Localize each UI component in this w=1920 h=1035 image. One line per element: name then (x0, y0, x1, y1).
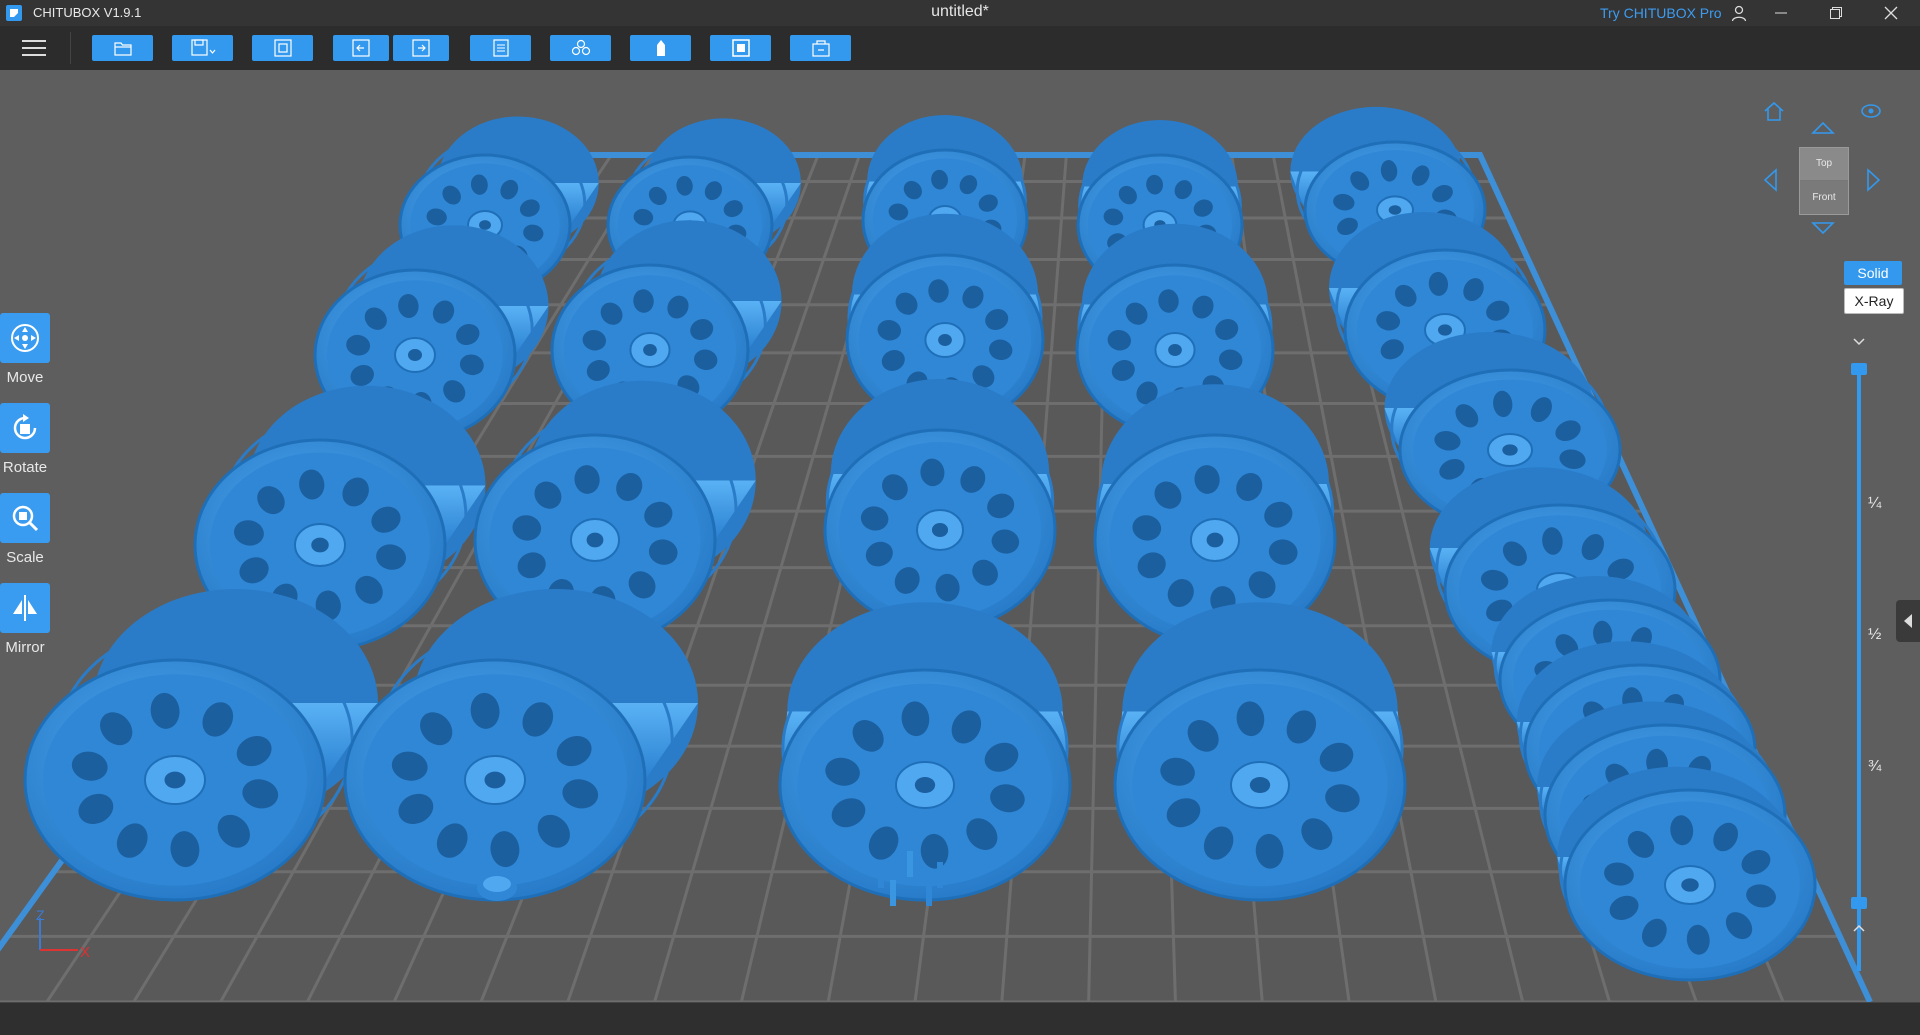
side-panel-toggle[interactable] (1896, 600, 1920, 642)
screenshot-button[interactable] (252, 35, 313, 61)
view-up-arrow-icon[interactable] (1811, 120, 1835, 136)
move-icon (11, 324, 39, 352)
scale-tool[interactable]: Scale (0, 493, 50, 566)
undo-icon (352, 39, 370, 57)
slice-button[interactable] (790, 35, 851, 61)
save-icon (190, 39, 215, 56)
redo-icon (412, 39, 430, 57)
view-cube-front[interactable]: Front (1800, 181, 1848, 214)
hollow-icon (731, 39, 750, 57)
axis-z-label: Z (36, 907, 45, 923)
list-icon (492, 39, 509, 57)
mirror-icon (13, 595, 37, 621)
view-cube-top[interactable]: Top (1800, 148, 1848, 181)
undo-button[interactable] (333, 35, 389, 61)
rotate-tool-label: Rotate (2, 459, 48, 476)
auto-layout-icon (571, 39, 590, 56)
wheel-model[interactable] (1113, 602, 1407, 902)
hollow-button[interactable] (710, 35, 771, 61)
user-account-icon[interactable] (1730, 4, 1748, 22)
slice-icon (811, 40, 830, 57)
menu-icon[interactable] (22, 38, 46, 58)
support-button[interactable] (630, 35, 691, 61)
restore-button[interactable] (1813, 0, 1859, 26)
home-view-icon[interactable] (1763, 100, 1785, 122)
view-cube[interactable]: Top Front (1799, 147, 1849, 215)
view-right-arrow-icon[interactable] (1866, 168, 1882, 192)
wheel-model[interactable] (1093, 384, 1337, 647)
rotate-icon (13, 414, 37, 440)
layer-slider-top-handle[interactable] (1851, 363, 1867, 375)
auto-layout-button[interactable] (550, 35, 611, 61)
rotate-tool[interactable]: Rotate (0, 403, 50, 476)
solid-mode-button[interactable]: Solid (1844, 261, 1902, 285)
slider-fraction-half: ½ (1868, 626, 1882, 643)
support-icon (656, 40, 665, 56)
status-bar (0, 1002, 1920, 1035)
open-file-button[interactable] (92, 35, 153, 61)
view-down-arrow-icon[interactable] (1811, 220, 1835, 236)
wheel-model[interactable] (778, 602, 1072, 902)
minimize-icon (1775, 12, 1787, 14)
main-toolbar (0, 26, 1920, 71)
folder-open-icon (113, 42, 132, 56)
mirror-tool-label: Mirror (5, 639, 45, 656)
scale-tool-label: Scale (6, 549, 44, 566)
layer-slider-track[interactable] (1857, 365, 1861, 971)
close-button[interactable] (1868, 0, 1914, 26)
title-bar: CHITUBOX V1.9.1 untitled* Try CHITUBOX P… (0, 0, 1920, 26)
scale-icon (12, 505, 39, 532)
chitubox-logo-icon (6, 5, 22, 21)
slider-down-chevron-icon[interactable] (1852, 337, 1866, 347)
slider-fraction-three-quarter: ¾ (1868, 758, 1882, 775)
minimize-button[interactable] (1758, 0, 1804, 26)
move-tool-label: Move (6, 369, 44, 386)
xray-mode-button[interactable]: X-Ray (1844, 288, 1904, 314)
model-list-button[interactable] (470, 35, 531, 61)
app-title: CHITUBOX V1.9.1 (33, 5, 142, 20)
move-tool[interactable]: Move (0, 313, 50, 386)
close-icon (1884, 6, 1898, 20)
eye-visibility-icon[interactable] (1860, 103, 1882, 119)
small-part-cap[interactable] (477, 875, 517, 901)
try-pro-link[interactable]: Try CHITUBOX Pro (1600, 5, 1722, 21)
3d-viewport[interactable]: Z X Move Rotate Scale Mirror Top Front S… (0, 70, 1920, 1002)
axis-x-label: X (80, 944, 90, 961)
slider-fraction-quarter: ¼ (1868, 495, 1882, 512)
view-left-arrow-icon[interactable] (1762, 168, 1778, 192)
scene-canvas[interactable]: Z X (0, 70, 1920, 1002)
screenshot-icon (273, 39, 292, 57)
slider-up-chevron-icon[interactable] (1852, 923, 1866, 933)
chevron-left-icon (1904, 614, 1912, 628)
mirror-tool[interactable]: Mirror (0, 583, 50, 656)
layer-slider-bottom-handle[interactable] (1851, 897, 1867, 909)
save-button[interactable] (172, 35, 233, 61)
wheel-model[interactable] (823, 379, 1057, 632)
restore-icon (1830, 7, 1842, 19)
toolbar-separator (70, 32, 71, 64)
redo-button[interactable] (393, 35, 449, 61)
